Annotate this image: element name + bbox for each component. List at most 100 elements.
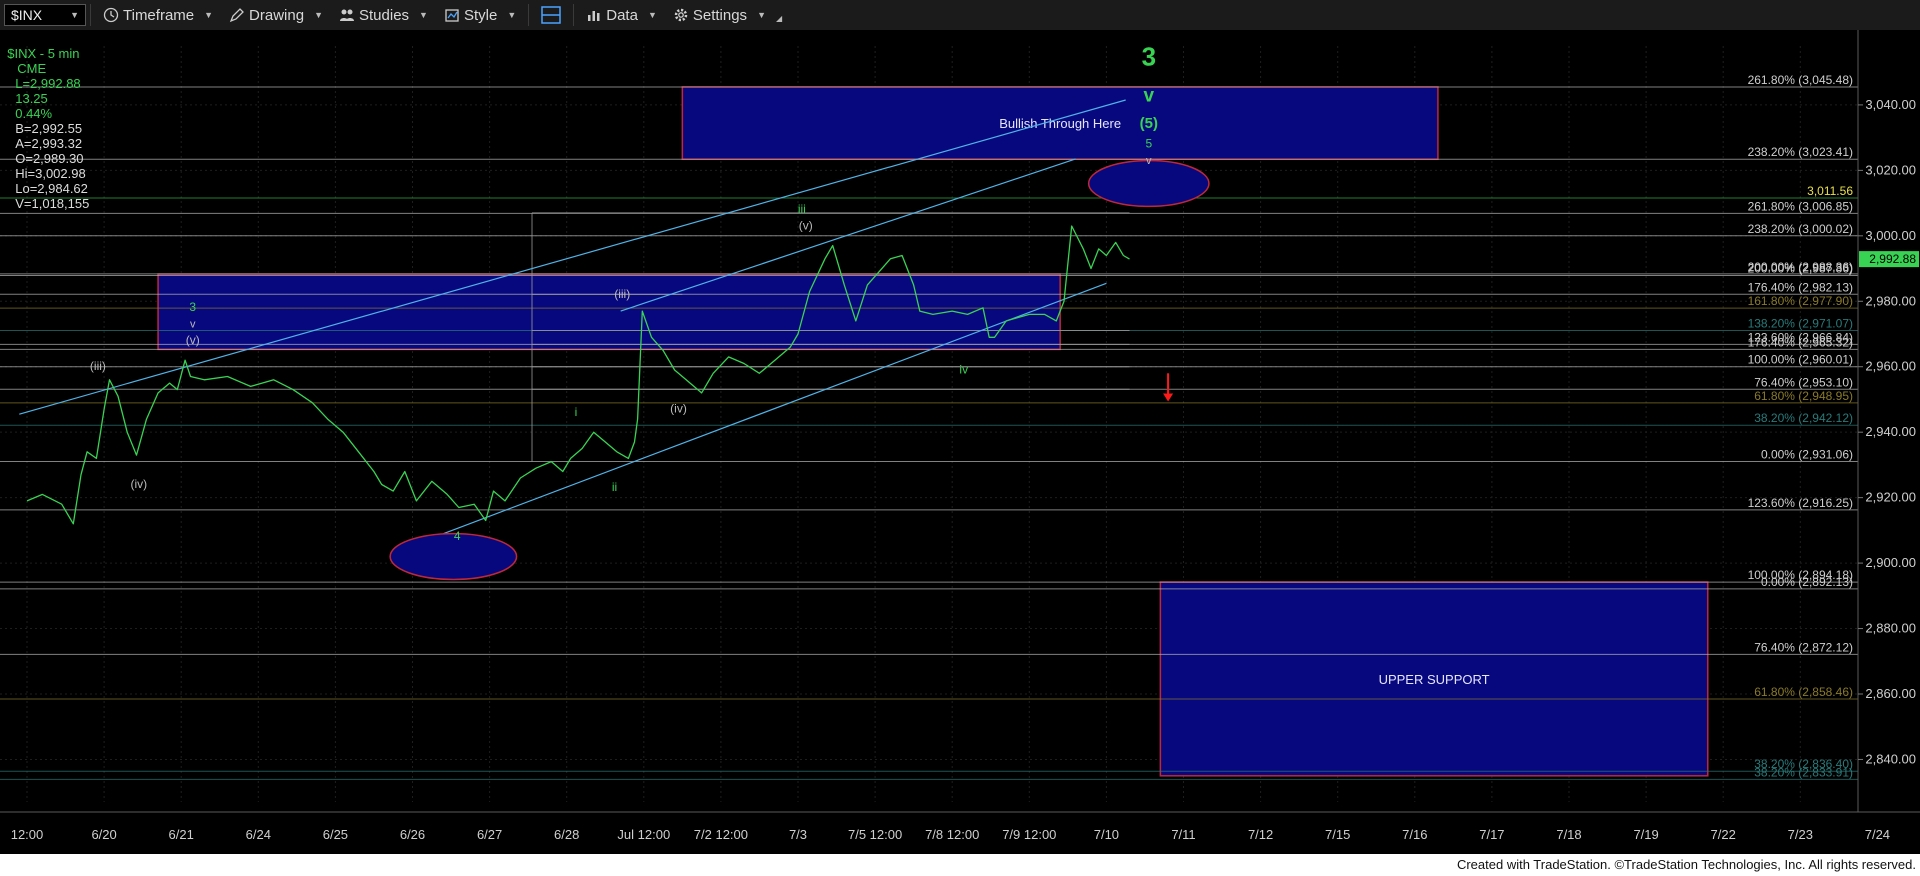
chevron-down-icon: ▼: [757, 10, 766, 20]
timeframe-label: Timeframe: [123, 6, 195, 24]
time-axis-label: 7/23: [1788, 827, 1813, 842]
time-axis-label: 7/10: [1094, 827, 1119, 842]
time-axis-label: 7/9 12:00: [1002, 827, 1056, 842]
toolbar-divider: [528, 4, 530, 26]
fib-label: 100.00% (2,960.01): [1748, 353, 1853, 367]
fib-label: 61.80% (2,858.46): [1754, 685, 1853, 699]
layout-icon: [541, 6, 561, 24]
status-open: O=2,989.30: [15, 151, 84, 166]
time-axis-label: 12:00: [11, 827, 44, 842]
style-label: Style: [463, 6, 498, 24]
time-axis-label: 7/18: [1556, 827, 1581, 842]
fib-label: 76.40% (2,872.12): [1754, 640, 1853, 654]
wave-label: (iv): [670, 402, 687, 416]
wave-label: (5): [1140, 115, 1158, 132]
style-icon: [445, 9, 459, 22]
data-button[interactable]: Data ▼: [578, 3, 665, 27]
time-axis-label: 7/22: [1711, 827, 1736, 842]
fib-label: 0.00% (2,931.06): [1761, 447, 1853, 461]
layout-button[interactable]: [533, 3, 569, 27]
studies-label: Studies: [359, 6, 410, 24]
wave-label: (iv): [130, 477, 147, 491]
bar-chart-icon: [588, 11, 600, 21]
status-high: Hi=3,002.98: [15, 166, 86, 181]
time-axis-label: 7/15: [1325, 827, 1350, 842]
time-axis-label: 7/12: [1248, 827, 1273, 842]
fib-label: 176.40% (2,965.32): [1748, 335, 1853, 349]
price-axis-label: 2,980.00: [1865, 293, 1916, 308]
price-chart[interactable]: Bullish Through HereUPPER SUPPORT261.80%…: [0, 30, 1920, 854]
chevron-down-icon: ▼: [314, 10, 323, 20]
symbol-value: $INX: [11, 7, 43, 23]
time-axis-label: Jul 12:00: [617, 827, 670, 842]
last-price-label: 2,992.88: [1869, 252, 1916, 266]
time-axis-label: 7/19: [1633, 827, 1658, 842]
status-symbol: $INX - 5 min: [7, 46, 80, 61]
studies-button[interactable]: Studies ▼: [331, 3, 436, 27]
status-low: Lo=2,984.62: [15, 181, 88, 196]
chevron-down-icon: ▼: [419, 10, 428, 20]
style-button[interactable]: Style ▼: [436, 3, 524, 27]
time-axis-label: 6/20: [91, 827, 116, 842]
drawing-button[interactable]: Drawing ▼: [221, 3, 331, 27]
wave-label: 4: [454, 529, 461, 543]
zone-label-2: UPPER SUPPORT: [1379, 672, 1490, 687]
status-change: 13.25: [15, 91, 48, 106]
time-axis-label: 7/17: [1479, 827, 1504, 842]
time-axis-label: 6/21: [169, 827, 194, 842]
fib-label: 38.20% (2,833.91): [1754, 765, 1853, 779]
status-last: L=2,992.88: [15, 76, 81, 91]
quote-status-line: $INX - 5 min CME L=2,992.88 13.25 0.44% …: [0, 31, 89, 211]
status-volume: V=1,018,155: [15, 196, 90, 211]
time-axis-label: 6/24: [246, 827, 271, 842]
drawing-label: Drawing: [249, 6, 305, 24]
wave-label: 5: [1145, 136, 1152, 150]
wave-label: i: [575, 405, 578, 419]
fib-label: 261.80% (3,045.48): [1748, 73, 1853, 87]
price-axis-label: 3,020.00: [1865, 162, 1916, 177]
wave-label: iii: [798, 202, 806, 216]
wave-label: ii: [612, 480, 617, 494]
copyright-footer: Created with TradeStation. ©TradeStation…: [0, 854, 1920, 876]
settings-label: Settings: [692, 6, 748, 24]
price-axis-background: [1858, 30, 1920, 854]
price-axis-label: 3,040.00: [1865, 97, 1916, 112]
price-axis-label: 2,960.00: [1865, 359, 1916, 374]
timeframe-button[interactable]: Timeframe ▼: [95, 3, 221, 27]
price-axis-label: 2,880.00: [1865, 621, 1916, 636]
target-ellipse-0: [1087, 159, 1210, 208]
wave-label: 3: [1142, 42, 1156, 72]
price-axis-label: 2,920.00: [1865, 490, 1916, 505]
time-axis-label: 7/3: [789, 827, 807, 842]
time-axis-label: 6/27: [477, 827, 502, 842]
fib-label: 161.80% (2,977.90): [1748, 294, 1853, 308]
price-axis-label: 2,840.00: [1865, 751, 1916, 766]
wave-label: (v): [799, 218, 813, 232]
target-label: 3,011.56: [1807, 184, 1853, 198]
fib-label: 0.00% (2,892.13): [1761, 575, 1853, 589]
data-label: Data: [606, 6, 638, 24]
time-axis-label: 7/16: [1402, 827, 1427, 842]
wave-label: iv: [959, 362, 968, 376]
status-ask: A=2,993.32: [15, 136, 83, 151]
price-axis-label: 2,940.00: [1865, 424, 1916, 439]
chevron-down-icon: ▼: [70, 10, 79, 20]
symbol-input[interactable]: $INX ▼: [4, 4, 86, 26]
wave-label: (iii): [614, 287, 630, 301]
status-bid: B=2,992.55: [15, 121, 83, 136]
overflow-caret-icon: ◢: [775, 13, 783, 23]
gear-icon: [674, 8, 688, 22]
status-exchange: CME: [17, 61, 47, 76]
clock-icon: [103, 7, 119, 23]
fib-label: 200.00% (2,987.86): [1748, 262, 1853, 276]
time-axis-label: 7/11: [1171, 827, 1195, 842]
fib-label: 61.80% (2,948.95): [1754, 389, 1853, 403]
toolbar-divider: [573, 4, 575, 26]
chevron-down-icon: ▼: [647, 10, 657, 20]
fib-label: 176.40% (2,982.13): [1748, 280, 1853, 294]
pencil-icon: [229, 8, 244, 23]
people-icon: [340, 9, 354, 21]
wave-label: v: [1146, 155, 1152, 167]
wave-label: 3: [189, 300, 196, 314]
settings-button[interactable]: Settings ▼ ◢: [665, 3, 790, 27]
